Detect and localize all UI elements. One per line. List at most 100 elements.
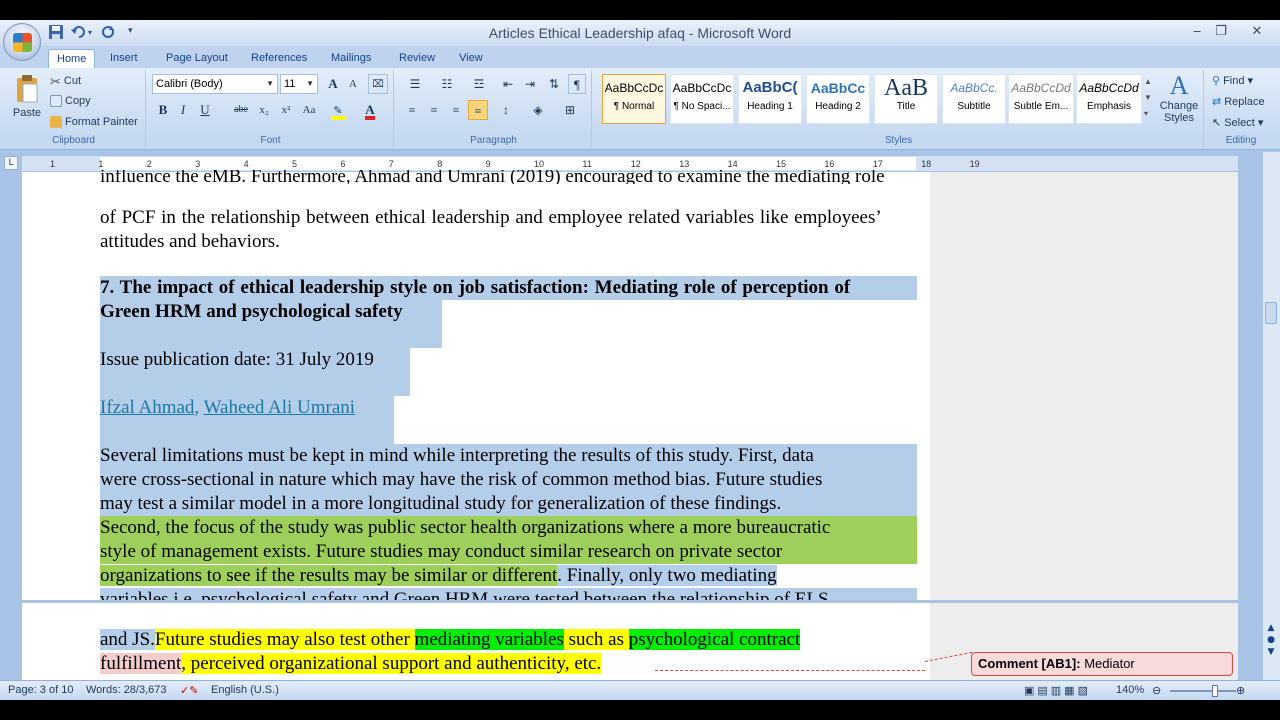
- tab-selector[interactable]: L: [4, 156, 18, 170]
- authors: Ifzal Ahmad, Waheed Ali Umrani: [100, 396, 394, 444]
- select-label: Select: [1224, 117, 1255, 129]
- zoom-level[interactable]: 140%: [1116, 684, 1144, 696]
- align-center-icon[interactable]: ≡: [424, 100, 444, 120]
- scrollbar-thumb[interactable]: [1265, 302, 1277, 324]
- change-styles-button[interactable]: A Change Styles: [1156, 72, 1202, 125]
- doc-line: were cross-sectional in nature which may…: [100, 468, 917, 492]
- doc-line: organizations to see if the results may …: [100, 564, 917, 588]
- status-bar: Page: 3 of 10 Words: 28/3,673 ✓✎ English…: [0, 680, 1280, 700]
- clear-formatting-icon[interactable]: ⌧: [368, 74, 388, 94]
- restore-button[interactable]: ❐: [1210, 22, 1232, 42]
- commented-text[interactable]: fulfillment: [100, 653, 182, 674]
- bullets-icon[interactable]: ☰: [402, 74, 428, 94]
- style-no-spacing[interactable]: AaBbCcDc ¶ No Spaci...: [670, 74, 734, 124]
- font-color-icon: A: [365, 103, 375, 120]
- style-subtitle[interactable]: AaBbCc. Subtitle: [942, 74, 1006, 124]
- close-button[interactable]: ✕: [1246, 22, 1268, 42]
- proofing-icon[interactable]: ✓✎: [180, 684, 198, 697]
- copy-button[interactable]: Copy: [50, 95, 91, 108]
- shrink-font-button[interactable]: A: [344, 74, 362, 94]
- tab-insert[interactable]: Insert: [102, 49, 146, 68]
- tab-home[interactable]: Home: [48, 49, 96, 68]
- format-painter-button[interactable]: Format Painter: [50, 116, 138, 129]
- font-size-combo[interactable]: 11 ▼: [280, 74, 318, 94]
- change-case-button[interactable]: Aa: [298, 100, 320, 120]
- numbering-icon[interactable]: ☷: [434, 74, 460, 94]
- clipboard-group-label: Clipboard: [2, 134, 145, 148]
- page-indicator[interactable]: Page: 3 of 10: [8, 684, 73, 696]
- align-right-icon[interactable]: ≡: [446, 100, 466, 120]
- italic-button[interactable]: I: [174, 100, 192, 120]
- zoom-out-icon[interactable]: ⊖: [1152, 684, 1161, 697]
- highlight-color-button[interactable]: ✎: [328, 100, 348, 120]
- cut-button[interactable]: ✂ Cut: [50, 74, 81, 89]
- superscript-button[interactable]: x²: [276, 100, 296, 120]
- align-left-icon[interactable]: ≡: [402, 100, 422, 120]
- zoom-slider[interactable]: [1170, 690, 1236, 692]
- styles-group: AaBbCcDc ¶ Normal AaBbCcDc ¶ No Spaci...…: [594, 70, 1204, 148]
- strikethrough-button[interactable]: abe: [230, 100, 252, 120]
- office-logo-icon: [13, 33, 32, 52]
- bold-button[interactable]: B: [154, 100, 172, 120]
- word-count[interactable]: Words: 28/3,673: [86, 684, 167, 696]
- style-name: Emphasis: [1087, 101, 1131, 112]
- horizontal-ruler[interactable]: 1 1 2 3 4 5 6 7 8 9 10 11 12 13 14 15 16 17 18 19: [22, 156, 1238, 171]
- subscript-button[interactable]: x₂: [254, 100, 274, 120]
- increase-indent-icon[interactable]: ⇥: [520, 74, 540, 94]
- vertical-scrollbar[interactable]: ▲ ● ▼: [1262, 152, 1280, 680]
- find-button[interactable]: ⚲ Find ▾: [1212, 74, 1253, 88]
- author-link[interactable]: Ifzal Ahmad: [100, 397, 194, 418]
- multilevel-list-icon[interactable]: ☲: [466, 74, 492, 94]
- tab-page-layout[interactable]: Page Layout: [158, 49, 236, 68]
- styles-scroll-icon[interactable]: ▲ ▼ ▾: [1144, 74, 1156, 122]
- ruler-tick-label: 2: [146, 159, 152, 169]
- style-subtle-emphasis[interactable]: AaBbCcDd Subtle Em...: [1008, 74, 1074, 124]
- font-name-combo[interactable]: Calibri (Body) ▼: [152, 74, 278, 94]
- author-link[interactable]: Waheed Ali Umrani: [204, 397, 355, 418]
- ruler-tick-label: 1: [98, 159, 104, 169]
- show-marks-button[interactable]: ¶: [568, 74, 586, 94]
- zoom-slider-thumb[interactable]: [1212, 685, 1218, 697]
- style-emphasis[interactable]: AaBbCcDd Emphasis: [1076, 74, 1142, 124]
- comment-balloon[interactable]: Comment [AB1]: Mediator: [971, 652, 1233, 676]
- borders-icon[interactable]: ⊞: [558, 100, 582, 120]
- view-buttons[interactable]: ▣▤▥▦▧: [1024, 684, 1091, 697]
- style-normal[interactable]: AaBbCcDc ¶ Normal: [602, 74, 666, 124]
- tab-references[interactable]: References: [243, 49, 315, 68]
- tab-mailings[interactable]: Mailings: [323, 49, 379, 68]
- style-title[interactable]: AaB Title: [874, 74, 938, 124]
- underline-button[interactable]: U: [196, 100, 214, 120]
- select-button[interactable]: ↖ Select ▾: [1212, 116, 1263, 130]
- highlighted-text: , perceived organizational support and a…: [181, 653, 602, 674]
- style-heading-2[interactable]: AaBbCc Heading 2: [806, 74, 870, 124]
- shading-icon[interactable]: ◈: [526, 100, 550, 120]
- style-name: Subtle Em...: [1013, 101, 1069, 112]
- language-indicator[interactable]: English (U.S.): [211, 684, 279, 696]
- office-button[interactable]: [3, 23, 41, 61]
- paste-button[interactable]: Paste: [10, 74, 44, 126]
- browse-arrows-icon[interactable]: ▲ ● ▼: [1264, 622, 1278, 658]
- style-name: Heading 2: [815, 101, 861, 112]
- grow-font-button[interactable]: A: [324, 74, 342, 94]
- replace-button[interactable]: ⇄ Replace: [1212, 95, 1265, 109]
- tab-view[interactable]: View: [451, 49, 491, 68]
- highlighted-text: mediating variables: [414, 629, 564, 650]
- font-color-button[interactable]: A: [360, 100, 380, 120]
- justify-icon[interactable]: ≡: [468, 100, 488, 120]
- sort-icon[interactable]: ⇅: [544, 74, 564, 94]
- chevron-down-icon: ▼: [306, 79, 314, 88]
- copy-icon: [50, 95, 62, 108]
- paragraph-group-label: Paragraph: [396, 134, 591, 148]
- line-spacing-icon[interactable]: ↕: [494, 100, 518, 120]
- editing-group: ⚲ Find ▾ ⇄ Replace ↖ Select ▾ Editing: [1206, 70, 1276, 148]
- ruler-tick-label: 4: [243, 159, 249, 169]
- comment-pane: [930, 172, 1238, 680]
- decrease-indent-icon[interactable]: ⇤: [498, 74, 518, 94]
- minimize-button[interactable]: ‒: [1186, 22, 1208, 42]
- binoculars-icon: ⚲: [1212, 75, 1221, 88]
- tab-review[interactable]: Review: [391, 49, 443, 68]
- zoom-in-icon[interactable]: ⊕: [1236, 684, 1245, 697]
- highlighted-text: Future studies may also test other: [154, 629, 415, 650]
- cursor-icon: ↖: [1212, 117, 1222, 130]
- style-heading-1[interactable]: AaBbC( Heading 1: [738, 74, 802, 124]
